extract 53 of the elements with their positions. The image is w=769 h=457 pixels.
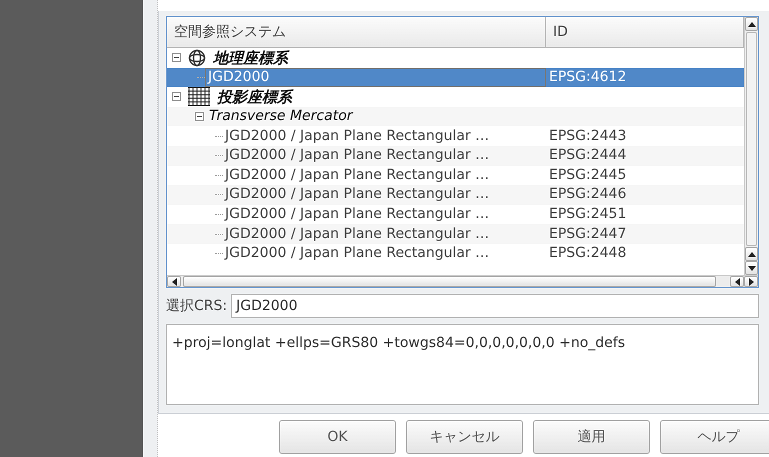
tree-row[interactable]: Transverse Mercator [167, 106, 744, 126]
tree-item-id: EPSG:2446 [548, 185, 626, 204]
scroll-thumb[interactable] [183, 276, 716, 287]
tree-row[interactable]: 投影座標系 [167, 87, 744, 107]
scroll-up-icon[interactable] [745, 247, 758, 261]
tree-item-id: EPSG:4612 [548, 68, 626, 87]
selected-crs-field[interactable]: JGD2000 [231, 294, 759, 318]
collapse-icon[interactable] [195, 112, 204, 122]
tree-item-label: JGD2000 / Japan Plane Rectangular … [223, 126, 490, 146]
tree-row[interactable]: 地理座標系 [167, 48, 744, 68]
tree-item-label: JGD2000 / Japan Plane Rectangular … [223, 185, 490, 204]
tree-item-id: EPSG:2451 [548, 205, 626, 224]
tree-item-label: Transverse Mercator [208, 107, 354, 126]
tree-row[interactable]: JGD2000 / Japan Plane Rectangular … EPSG:2443 [167, 126, 744, 146]
horizontal-scrollbar[interactable] [167, 275, 758, 287]
column-header[interactable]: 空間参照システム [167, 17, 546, 47]
tree-item-label: JGD2000 / Japan Plane Rectangular … [223, 166, 490, 185]
vertical-scrollbar[interactable] [744, 17, 758, 275]
scroll-left-icon[interactable] [730, 276, 744, 287]
tree-item-id: EPSG:2447 [548, 224, 626, 244]
tree-row[interactable]: JGD2000 / Japan Plane Rectangular … EPSG:2448 [167, 244, 744, 264]
dialog-button[interactable]: OK [279, 420, 396, 454]
tree-row[interactable]: JGD2000 / Japan Plane Rectangular … EPSG:2451 [167, 204, 744, 224]
tree-row[interactable]: JGD2000 / Japan Plane Rectangular … EPSG:2444 [167, 146, 744, 166]
scroll-down-icon[interactable] [745, 261, 758, 275]
tree-item-id: EPSG:2443 [548, 126, 626, 146]
tree-item-label: JGD2000 / Japan Plane Rectangular … [223, 205, 490, 224]
tree-item-label: JGD2000 / Japan Plane Rectangular … [223, 146, 490, 166]
dialog-button[interactable]: 適用 [533, 420, 650, 454]
globe-icon [188, 48, 206, 67]
tree-item-id: EPSG:2448 [548, 244, 626, 264]
scroll-right-icon[interactable] [744, 276, 758, 287]
tree-item-label: JGD2000 [205, 68, 546, 88]
collapse-icon[interactable] [172, 92, 181, 102]
tree-row[interactable]: JGD2000 / Japan Plane Rectangular … EPSG:2447 [167, 224, 744, 244]
tree-item-label: JGD2000 / Japan Plane Rectangular … [223, 224, 490, 244]
scroll-left-icon[interactable] [167, 276, 181, 287]
proj-definition-box[interactable]: +proj=longlat +ellps=GRS80 +towgs84=0,0,0,0,0,0,0 +no_defs [166, 324, 759, 405]
tree-item-id: EPSG:2444 [548, 146, 626, 166]
scroll-thumb[interactable] [746, 32, 757, 246]
collapse-icon[interactable] [172, 53, 181, 62]
dialog-button[interactable]: キャンセル [406, 420, 523, 454]
scroll-up-icon[interactable] [745, 17, 758, 31]
tree-item-id: EPSG:2445 [548, 166, 626, 185]
grid-icon [188, 87, 210, 106]
tree-row[interactable]: JGD2000 / Japan Plane Rectangular … EPSG:2445 [167, 166, 744, 186]
tree-row[interactable]: JGD2000 / Japan Plane Rectangular … EPSG:2446 [167, 185, 744, 205]
tree-item-label: 投影座標系 [216, 86, 294, 108]
selected-crs-label: 選択CRS: [166, 296, 228, 316]
tree-row[interactable]: JGD2000 EPSG:4612 [167, 68, 744, 88]
dialog-button[interactable]: ヘルプ [660, 420, 769, 454]
tree-item-label: JGD2000 / Japan Plane Rectangular … [223, 244, 490, 264]
tree-item-label: 地理座標系 [212, 48, 290, 69]
